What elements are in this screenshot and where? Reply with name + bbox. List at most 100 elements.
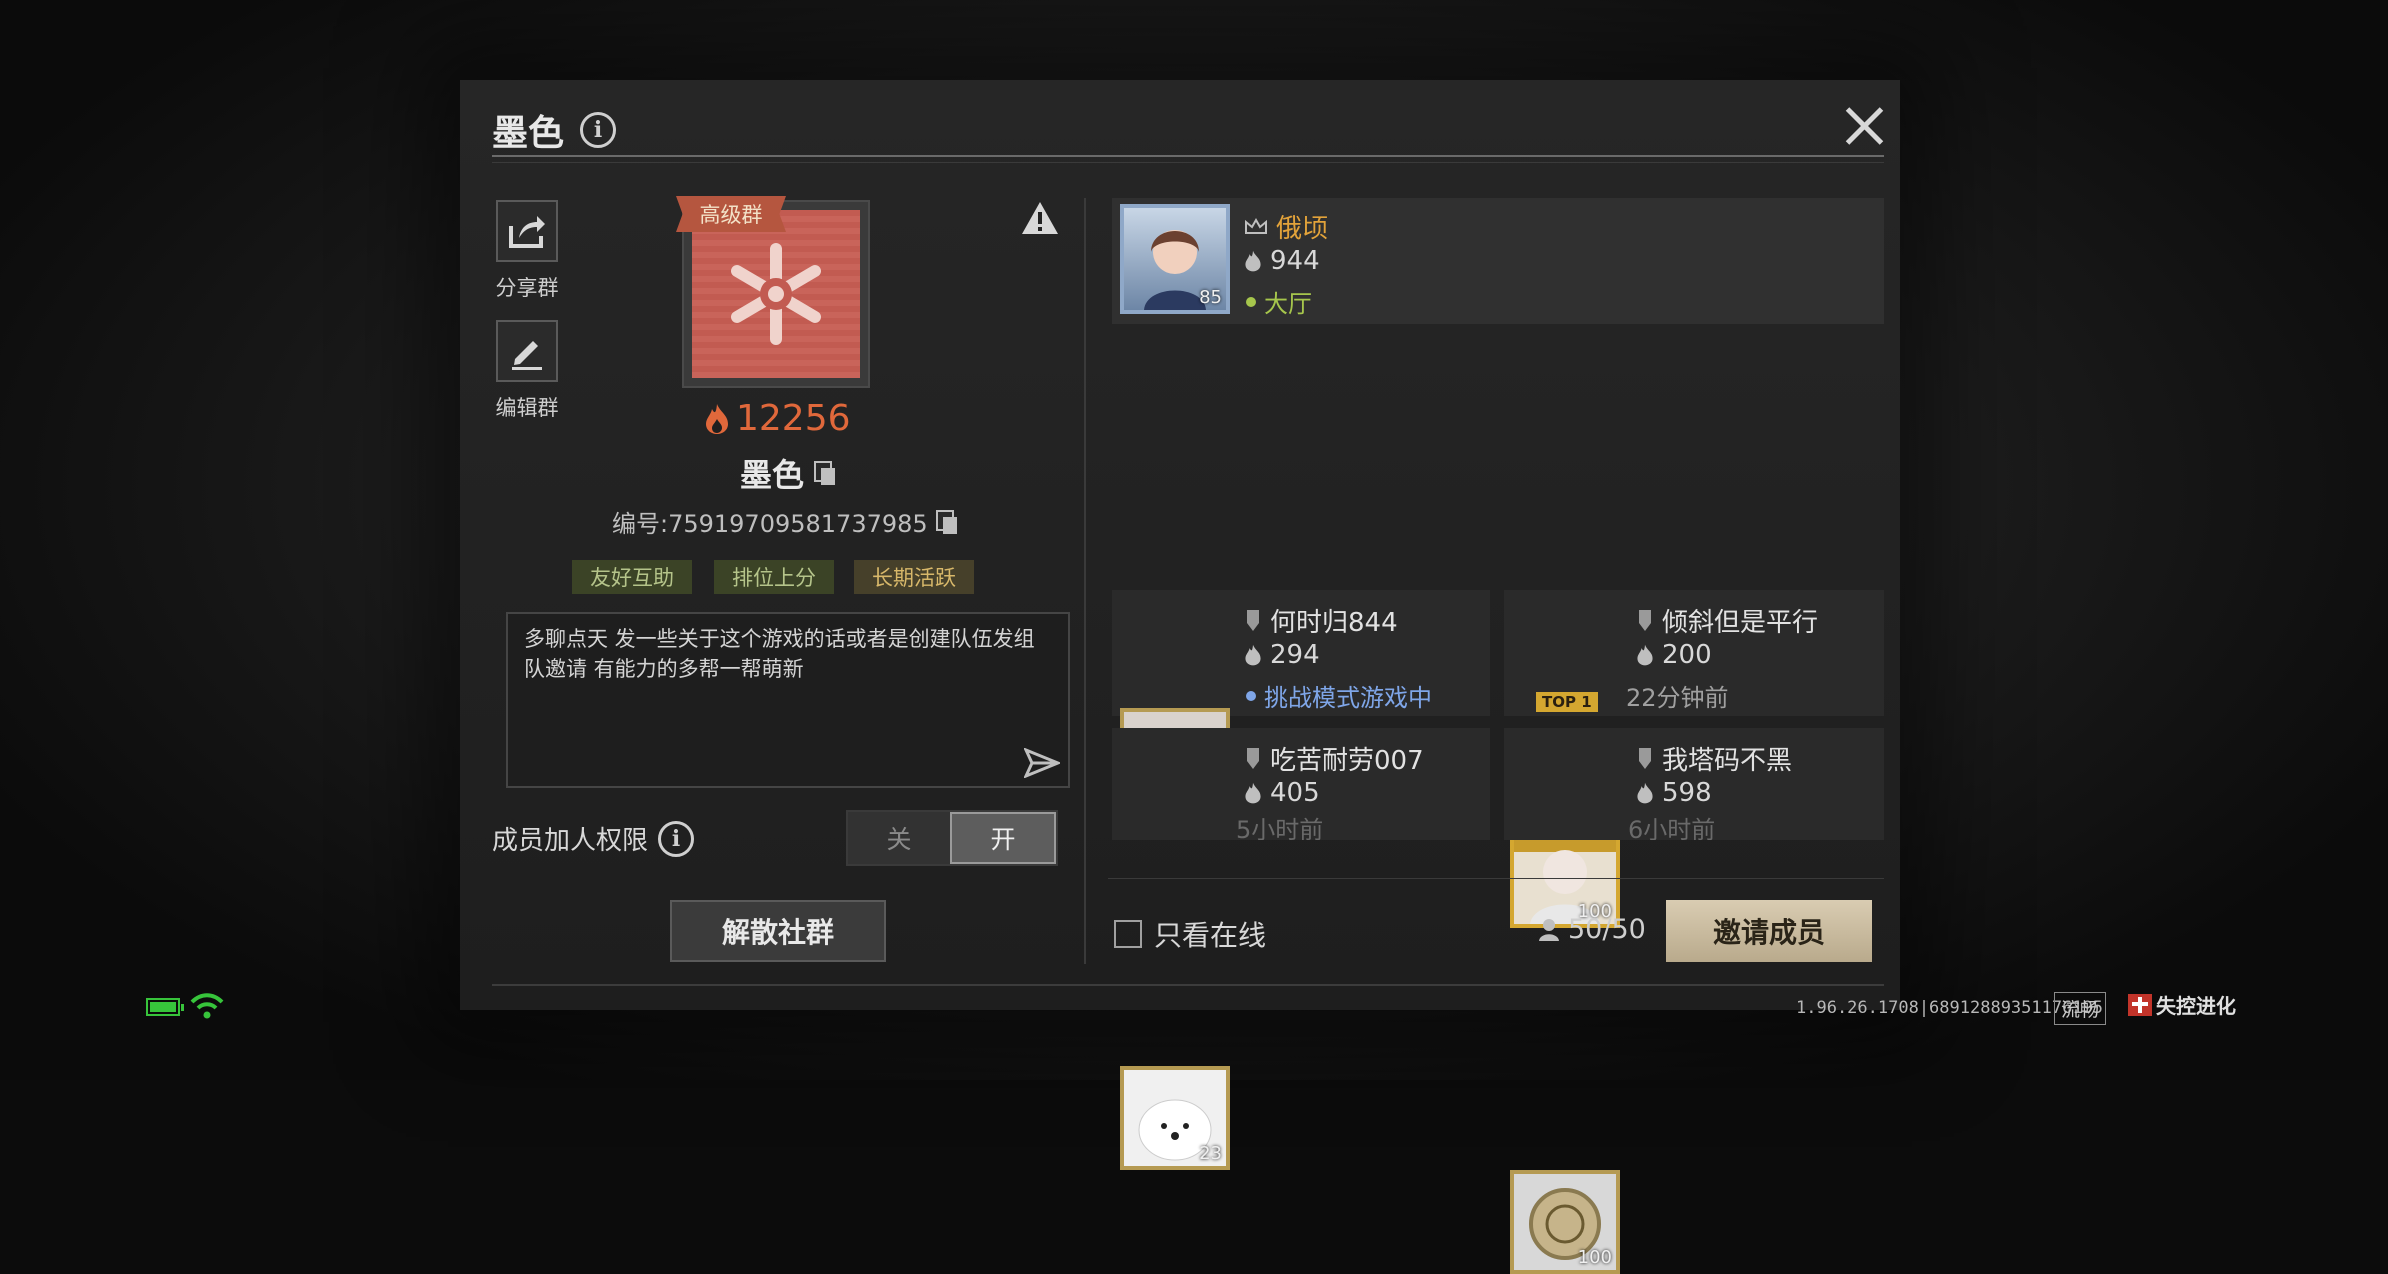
medal-icon: [1247, 609, 1259, 631]
online-only-filter[interactable]: 只看在线: [1114, 914, 1266, 954]
member-level: 100: [1577, 1247, 1612, 1268]
group-heat: 12256: [704, 398, 851, 439]
title-divider-shadow: [492, 162, 1884, 163]
member-name: 俄顷: [1244, 208, 1328, 245]
flame-icon: [1637, 644, 1653, 666]
logo-mark-icon: [2128, 993, 2152, 1016]
member-heat: 598: [1636, 778, 1712, 808]
group-id: 编号:75919709581737985: [612, 504, 958, 539]
group-id-text: 编号:75919709581737985: [612, 510, 928, 538]
member-heat-value: 944: [1270, 246, 1320, 276]
member-level: 23: [1199, 1143, 1222, 1164]
crown-icon: [1245, 217, 1267, 234]
member-status: 6小时前: [1628, 814, 1716, 841]
group-description-text: 多聊点天 发一些关于这个游戏的话或者是创建队伍发组队邀请 有能力的多帮一帮萌新: [524, 627, 1035, 681]
member-status: 大厅: [1246, 284, 1312, 319]
group-name-text: 墨色: [740, 456, 805, 494]
edit-group-button[interactable]: [496, 320, 558, 382]
member-heat: 294: [1244, 640, 1320, 670]
member-heat-value: 294: [1270, 640, 1320, 670]
member-status-text: 22分钟前: [1626, 684, 1729, 712]
group-heat-value: 12256: [736, 398, 851, 439]
member-name-text: 倾斜但是平行: [1662, 608, 1819, 638]
edit-group-label: 编辑群: [495, 396, 559, 420]
member-name: 吃苦耐劳007: [1244, 740, 1424, 777]
permission-info-icon[interactable]: i: [658, 820, 695, 857]
battery-icon: [146, 998, 184, 1016]
copy-icon[interactable]: [814, 461, 836, 485]
member-avatar: 23: [1120, 1066, 1230, 1170]
member-level: 85: [1199, 287, 1222, 308]
flame-icon: [1245, 250, 1261, 272]
column-divider: [1084, 198, 1086, 964]
report-warning-icon[interactable]: [1020, 200, 1060, 240]
invite-member-button[interactable]: 邀请成员: [1666, 900, 1872, 962]
member-name: 倾斜但是平行: [1636, 602, 1818, 639]
join-permission-label: 成员加人权限: [492, 826, 649, 856]
info-icon[interactable]: i: [580, 112, 617, 148]
online-only-checkbox[interactable]: [1114, 920, 1142, 948]
close-icon[interactable]: [1842, 104, 1886, 148]
page-title: 墨色 i: [492, 104, 617, 156]
member-status-text: 挑战模式游戏中: [1264, 684, 1432, 712]
send-icon[interactable]: [1023, 747, 1062, 782]
status-dot: [1246, 690, 1256, 701]
person-icon: [1539, 918, 1559, 941]
member-heat: 405: [1244, 778, 1320, 808]
group-description[interactable]: 多聊点天 发一些关于这个游戏的话或者是创建队伍发组队邀请 有能力的多帮一帮萌新: [506, 612, 1070, 788]
flame-icon: [1245, 782, 1261, 804]
status-dot: [1246, 296, 1256, 307]
flame-icon: [1637, 782, 1653, 804]
join-permission: 成员加人权限 i: [492, 820, 695, 857]
snowflake-icon: [731, 243, 821, 345]
top-rank-badge: TOP 1: [1536, 692, 1598, 712]
game-logo: 失控进化: [2128, 990, 2236, 1019]
member-avatar: 85: [1120, 204, 1230, 314]
medal-icon: [1639, 747, 1651, 769]
online-only-label: 只看在线: [1154, 919, 1267, 952]
member-name: 何时归844: [1244, 602, 1398, 639]
group-name: 墨色: [740, 450, 836, 496]
member-heat: 944: [1244, 246, 1320, 276]
member-name-text: 我塔码不黑: [1662, 746, 1793, 776]
pencil-icon: [512, 341, 542, 370]
member-status: 挑战模式游戏中: [1246, 678, 1432, 713]
title-divider: [492, 155, 1884, 157]
member-heat: 200: [1636, 640, 1712, 670]
member-status-text: 大厅: [1264, 290, 1312, 318]
network-quality-badge: 流畅: [2054, 992, 2107, 1025]
toggle-off[interactable]: 关: [848, 812, 950, 864]
group-avatar-image: [692, 210, 860, 378]
member-status-text: 5小时前: [1236, 815, 1324, 841]
copy-id-icon[interactable]: [935, 509, 958, 534]
medal-icon: [1247, 747, 1259, 769]
logo-text: 失控进化: [2156, 994, 2236, 1018]
share-group-button[interactable]: [496, 200, 558, 262]
member-count-value: 50/50: [1568, 914, 1646, 945]
group-tag: 友好互助: [572, 560, 692, 594]
group-tag: 排位上分: [714, 560, 834, 594]
member-name-text: 何时归844: [1270, 608, 1398, 638]
member-avatar: 100: [1510, 1170, 1620, 1274]
member-heat-value: 405: [1270, 778, 1320, 808]
share-icon: [509, 216, 545, 248]
join-permission-toggle[interactable]: 关 开: [846, 810, 1058, 866]
toggle-on[interactable]: 开: [950, 812, 1056, 864]
premium-group-badge: 高级群: [676, 196, 786, 232]
member-status-text: 6小时前: [1628, 815, 1716, 841]
group-tag: 长期活跃: [854, 560, 974, 594]
member-status: 22分钟前: [1626, 678, 1729, 713]
member-name-text: 吃苦耐劳007: [1270, 746, 1424, 776]
member-name-text: 俄顷: [1276, 214, 1329, 244]
flame-icon: [706, 403, 728, 434]
member-count: 50/50: [1538, 914, 1646, 945]
wifi-icon: [190, 992, 224, 1024]
share-group-label: 分享群: [495, 276, 559, 300]
panel-bottom-line: [492, 984, 1884, 986]
dissolve-group-button[interactable]: 解散社群: [670, 900, 886, 962]
member-heat-value: 598: [1662, 778, 1712, 808]
member-list-divider: [1108, 878, 1884, 879]
member-name: 我塔码不黑: [1636, 740, 1792, 777]
member-status: 5小时前: [1236, 814, 1324, 841]
flame-icon: [1245, 644, 1261, 666]
